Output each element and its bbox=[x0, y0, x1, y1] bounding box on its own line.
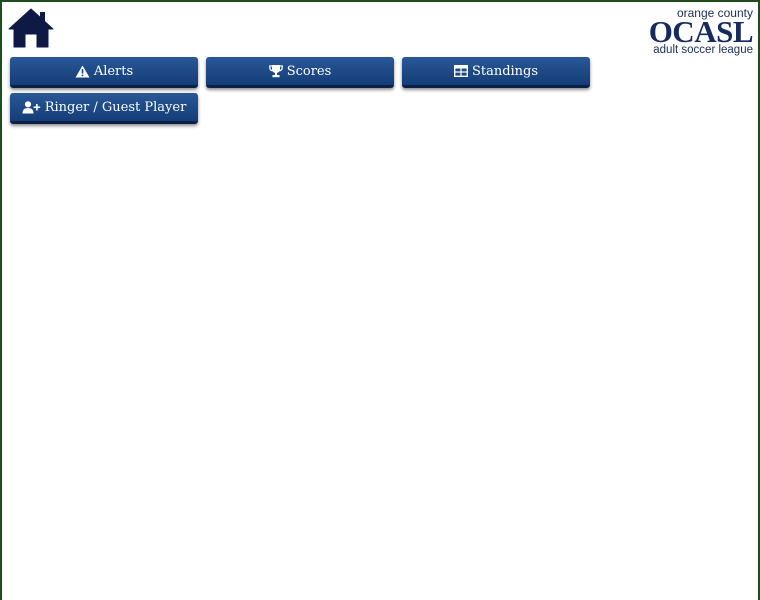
home-icon bbox=[8, 8, 54, 48]
scores-button[interactable]: Scores bbox=[206, 57, 394, 88]
ocasl-logo: orange county OCASL adult soccer league bbox=[649, 7, 754, 57]
page-frame: orange county OCASL adult soccer league … bbox=[0, 0, 760, 600]
ringer-guest-player-button-label: Ringer / Guest Player bbox=[44, 99, 187, 115]
table-icon bbox=[453, 65, 468, 77]
scores-button-label: Scores bbox=[286, 63, 332, 79]
alerts-button-label: Alerts bbox=[93, 63, 134, 79]
logo-line-adult-soccer-league: adult soccer league bbox=[653, 44, 753, 56]
ringer-guest-player-button[interactable]: Ringer / Guest Player bbox=[10, 93, 198, 124]
user-plus-icon bbox=[22, 100, 41, 114]
standings-button[interactable]: Standings bbox=[402, 57, 590, 88]
alerts-button[interactable]: Alerts bbox=[10, 57, 198, 88]
trophy-icon bbox=[268, 64, 283, 78]
home-link[interactable] bbox=[7, 7, 55, 49]
warning-icon bbox=[75, 65, 90, 78]
standings-button-label: Standings bbox=[471, 63, 539, 79]
logo-line-ocasl: OCASL bbox=[648, 14, 754, 49]
